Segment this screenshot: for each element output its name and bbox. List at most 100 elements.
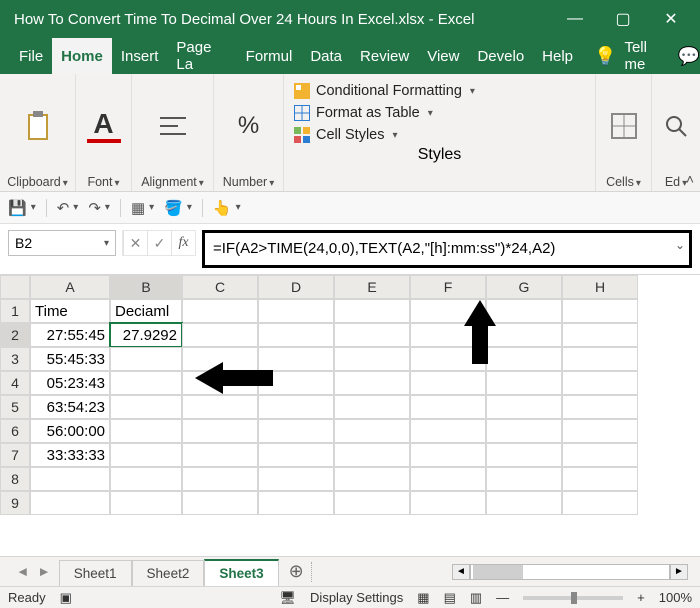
cell-G4[interactable] (486, 371, 562, 395)
view-normal-icon[interactable]: ▦ (417, 590, 429, 606)
cancel-icon[interactable]: ✕ (123, 230, 147, 256)
name-box[interactable]: B2 ▾ (8, 230, 116, 256)
sheet-nav-prev-icon[interactable]: ◄ (16, 564, 29, 579)
cell-H3[interactable] (562, 347, 638, 371)
cell-A9[interactable] (30, 491, 110, 515)
close-button[interactable]: ✕ (648, 4, 694, 34)
tab-insert[interactable]: Insert (112, 38, 168, 74)
cell-F6[interactable] (410, 419, 486, 443)
cell-B2[interactable]: 27.9292 (110, 323, 182, 347)
fill-color-icon[interactable]: 🪣▾ (164, 199, 192, 217)
cell-E2[interactable] (334, 323, 410, 347)
format-as-table-button[interactable]: Format as Table▾ (294, 102, 585, 124)
zoom-in-icon[interactable]: + (637, 590, 645, 605)
cell-H5[interactable] (562, 395, 638, 419)
cell-H1[interactable] (562, 299, 638, 323)
display-settings-label[interactable]: Display Settings (310, 590, 403, 605)
macro-record-icon[interactable]: ▣ (60, 590, 72, 606)
column-header-B[interactable]: B (110, 275, 182, 299)
scroll-left-icon[interactable]: ◄ (452, 564, 470, 580)
cell-D8[interactable] (258, 467, 334, 491)
sheet-nav-next-icon[interactable]: ► (37, 564, 50, 579)
cell-B3[interactable] (110, 347, 182, 371)
cell-B5[interactable] (110, 395, 182, 419)
cell-E9[interactable] (334, 491, 410, 515)
tab-review[interactable]: Review (351, 38, 418, 74)
tab-page-layout[interactable]: Page La (167, 38, 236, 74)
zoom-out-icon[interactable]: — (496, 590, 509, 605)
row-header-8[interactable]: 8 (0, 467, 30, 491)
cell-B9[interactable] (110, 491, 182, 515)
cell-B6[interactable] (110, 419, 182, 443)
sheet-tab-sheet3[interactable]: Sheet3 (204, 559, 278, 586)
row-header-7[interactable]: 7 (0, 443, 30, 467)
cell-A4[interactable]: 05:23:43 (30, 371, 110, 395)
touch-mode-icon[interactable]: 👆▾ (213, 199, 241, 217)
column-header-A[interactable]: A (30, 275, 110, 299)
tab-data[interactable]: Data (301, 38, 351, 74)
tell-me[interactable]: 💡 Tell me (582, 39, 678, 73)
redo-icon[interactable]: ↷▾ (88, 199, 110, 217)
view-page-break-icon[interactable]: ▥ (470, 590, 482, 606)
collapse-ribbon-icon[interactable]: ˄ (686, 171, 694, 187)
row-header-3[interactable]: 3 (0, 347, 30, 371)
number-icon[interactable]: % (232, 109, 266, 143)
cells-icon[interactable] (607, 109, 641, 143)
cell-H7[interactable] (562, 443, 638, 467)
column-header-E[interactable]: E (334, 275, 410, 299)
conditional-formatting-button[interactable]: Conditional Formatting▾ (294, 80, 585, 102)
column-header-D[interactable]: D (258, 275, 334, 299)
cell-A2[interactable]: 27:55:45 (30, 323, 110, 347)
cell-F5[interactable] (410, 395, 486, 419)
cell-F7[interactable] (410, 443, 486, 467)
scroll-right-icon[interactable]: ► (670, 564, 688, 580)
tab-view[interactable]: View (418, 38, 468, 74)
tab-developer[interactable]: Develo (468, 38, 533, 74)
cell-D7[interactable] (258, 443, 334, 467)
cell-E7[interactable] (334, 443, 410, 467)
cell-H6[interactable] (562, 419, 638, 443)
row-header-5[interactable]: 5 (0, 395, 30, 419)
cell-F8[interactable] (410, 467, 486, 491)
view-page-layout-icon[interactable]: ▤ (444, 590, 456, 606)
cell-A3[interactable]: 55:45:33 (30, 347, 110, 371)
cell-F9[interactable] (410, 491, 486, 515)
cell-C1[interactable] (182, 299, 258, 323)
cell-A5[interactable]: 63:54:23 (30, 395, 110, 419)
undo-icon[interactable]: ↶▾ (57, 199, 79, 217)
cell-A1[interactable]: Time (30, 299, 110, 323)
row-header-2[interactable]: 2 (0, 323, 30, 347)
column-header-F[interactable]: F (410, 275, 486, 299)
expand-formula-icon[interactable]: ⌄ (675, 237, 685, 253)
cell-E1[interactable] (334, 299, 410, 323)
row-header-6[interactable]: 6 (0, 419, 30, 443)
formula-input[interactable]: =IF(A2>TIME(24,0,0),TEXT(A2,"[h]:mm:ss")… (202, 230, 692, 268)
display-settings-icon[interactable]: 🖥 (280, 590, 297, 606)
cell-C6[interactable] (182, 419, 258, 443)
cell-A8[interactable] (30, 467, 110, 491)
cell-styles-button[interactable]: Cell Styles▾ (294, 124, 585, 146)
save-icon[interactable]: 💾▾ (8, 199, 36, 217)
cell-A6[interactable]: 56:00:00 (30, 419, 110, 443)
tab-home[interactable]: Home (52, 38, 112, 74)
cell-C7[interactable] (182, 443, 258, 467)
cell-F4[interactable] (410, 371, 486, 395)
cell-G8[interactable] (486, 467, 562, 491)
editing-icon[interactable] (659, 109, 693, 143)
cell-G6[interactable] (486, 419, 562, 443)
alignment-icon[interactable] (156, 109, 190, 143)
enter-icon[interactable]: ✓ (147, 230, 171, 256)
tab-file[interactable]: File (10, 38, 52, 74)
column-header-G[interactable]: G (486, 275, 562, 299)
new-sheet-button[interactable]: ⊕ (279, 561, 305, 582)
cell-G5[interactable] (486, 395, 562, 419)
cell-E8[interactable] (334, 467, 410, 491)
row-header-9[interactable]: 9 (0, 491, 30, 515)
cell-B7[interactable] (110, 443, 182, 467)
cell-G7[interactable] (486, 443, 562, 467)
cell-C9[interactable] (182, 491, 258, 515)
cell-C8[interactable] (182, 467, 258, 491)
fx-icon[interactable]: fx (171, 230, 195, 256)
zoom-level[interactable]: 100% (659, 590, 692, 605)
paste-icon[interactable] (21, 109, 55, 143)
